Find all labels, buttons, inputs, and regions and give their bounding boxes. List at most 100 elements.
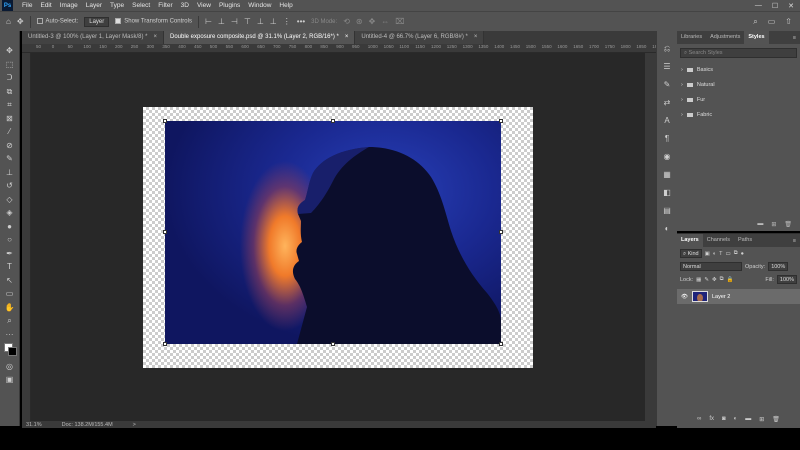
healing-brush-tool-icon[interactable]: ⊘: [3, 140, 17, 151]
align-left-icon[interactable]: ⊢: [205, 17, 212, 26]
color-panel-icon[interactable]: ◧: [663, 187, 671, 199]
home-icon[interactable]: ⌂: [6, 17, 11, 26]
blend-mode-dropdown[interactable]: Normal: [680, 262, 742, 271]
layer-name[interactable]: Layer 2: [712, 294, 730, 300]
align-right-icon[interactable]: ⊣: [231, 17, 238, 26]
transform-handle[interactable]: [331, 119, 335, 123]
panel-menu-icon[interactable]: ≡: [793, 238, 800, 244]
navigator-panel-icon[interactable]: ◐: [665, 223, 670, 235]
frame-tool-icon[interactable]: ⊠: [3, 113, 17, 124]
dodge-tool-icon[interactable]: ○: [3, 234, 17, 245]
quick-mask-icon[interactable]: ◎: [3, 361, 17, 372]
brush-panel-icon[interactable]: ✎: [664, 79, 671, 91]
properties-panel-icon[interactable]: ☰: [663, 61, 670, 73]
transform-handle[interactable]: [163, 230, 167, 234]
minimize-button[interactable]: —: [755, 2, 762, 10]
horizontal-ruler[interactable]: 50 0 50 100 150 200 250 300 350 400 450 500 550 600 65…: [22, 44, 662, 53]
search-icon[interactable]: ⌕: [753, 17, 757, 27]
portrait-photo-layer[interactable]: [165, 121, 501, 344]
filter-pixel-icon[interactable]: ▣: [705, 251, 710, 257]
shape-tool-icon[interactable]: ▭: [3, 288, 17, 299]
filter-shape-icon[interactable]: ▭: [726, 251, 731, 257]
show-transform-checkbox[interactable]: Show Transform Controls: [115, 18, 192, 25]
auto-select-target-dropdown[interactable]: Layer: [84, 16, 110, 27]
transform-handle[interactable]: [499, 119, 503, 123]
align-center-icon[interactable]: ⊥: [218, 17, 225, 26]
screen-mode-icon[interactable]: ▣: [3, 374, 17, 385]
pen-tool-icon[interactable]: ✒: [3, 248, 17, 259]
clone-stamp-tool-icon[interactable]: ⊥: [3, 167, 17, 178]
history-brush-tool-icon[interactable]: ↺: [3, 180, 17, 191]
close-window-button[interactable]: ✕: [788, 2, 794, 10]
zoom-level[interactable]: 31.1%: [26, 422, 42, 428]
color-swatches-icon[interactable]: [3, 342, 17, 358]
kind-filter-dropdown[interactable]: ⌕ Kind: [680, 249, 702, 258]
vertical-ruler[interactable]: [22, 53, 31, 421]
tab-libraries[interactable]: Libraries: [677, 31, 706, 44]
menu-filter[interactable]: Filter: [154, 2, 176, 9]
more-options-button[interactable]: •••: [297, 17, 305, 26]
3d-slide-icon[interactable]: ⇔: [381, 17, 389, 26]
table-panel-icon[interactable]: ▤: [663, 205, 671, 217]
menu-window[interactable]: Window: [244, 2, 275, 9]
auto-select-checkbox[interactable]: Auto-Select:: [36, 18, 78, 25]
gradients-panel-icon[interactable]: ▦: [663, 169, 671, 181]
path-select-tool-icon[interactable]: ↖: [3, 275, 17, 286]
menu-select[interactable]: Select: [128, 2, 154, 9]
fill-field[interactable]: 100%: [776, 275, 797, 284]
tab-layers[interactable]: Layers: [677, 234, 703, 247]
history-panel-icon[interactable]: ⎌: [664, 43, 670, 55]
delete-layer-icon[interactable]: 🗑: [772, 416, 780, 426]
object-select-tool-icon[interactable]: ⧉: [3, 86, 17, 97]
eraser-tool-icon[interactable]: ◇: [3, 194, 17, 205]
lock-transparent-icon[interactable]: ▦: [696, 277, 701, 283]
search-styles-input[interactable]: ⌕ Search Styles: [680, 48, 797, 58]
character-panel-icon[interactable]: A: [664, 115, 669, 127]
layer-row-layer-2[interactable]: 👁 Layer 2: [677, 289, 800, 304]
align-bottom-icon[interactable]: ⊥: [270, 17, 277, 26]
filter-adjustment-icon[interactable]: ◐: [713, 251, 716, 257]
lock-image-icon[interactable]: ✎: [704, 277, 709, 283]
add-mask-icon[interactable]: ◙: [722, 416, 726, 426]
new-group-icon[interactable]: ▬: [757, 221, 763, 231]
paint-bucket-tool-icon[interactable]: ◈: [3, 207, 17, 218]
blur-tool-icon[interactable]: ●: [3, 221, 17, 232]
new-layer-icon[interactable]: ⊞: [759, 416, 764, 426]
align-top-icon[interactable]: ⊤: [244, 17, 251, 26]
delete-icon[interactable]: 🗑: [784, 221, 792, 231]
tab-double-exposure[interactable]: Double exposure composite.psd @ 31.1% (L…: [164, 31, 356, 44]
new-style-icon[interactable]: ⊞: [771, 221, 776, 231]
transform-handle[interactable]: [499, 230, 503, 234]
eyedropper-tool-icon[interactable]: ⁄: [3, 126, 17, 137]
tab-close-icon[interactable]: ×: [153, 34, 157, 41]
tab-close-icon[interactable]: ×: [345, 34, 349, 41]
more-tools-icon[interactable]: ···: [3, 329, 17, 340]
paragraph-panel-icon[interactable]: ¶: [665, 133, 669, 145]
vertical-scrollbar[interactable]: [645, 53, 656, 421]
lock-artboard-icon[interactable]: ⧉: [720, 276, 724, 283]
menu-view[interactable]: View: [193, 2, 215, 9]
layer-style-icon[interactable]: fx: [709, 416, 714, 426]
adjustment-layer-icon[interactable]: ◐: [734, 416, 738, 426]
marquee-tool-icon[interactable]: ⬚: [3, 59, 17, 70]
transform-handle[interactable]: [163, 342, 167, 346]
share-icon[interactable]: ⇧: [785, 17, 792, 26]
style-group-natural[interactable]: › Natural: [677, 77, 800, 92]
3d-rotate-icon[interactable]: ⟲: [343, 17, 350, 26]
menu-3d[interactable]: 3D: [177, 2, 193, 9]
brush-tool-icon[interactable]: ✎: [3, 153, 17, 164]
filter-smart-object-icon[interactable]: ⧉: [734, 250, 738, 257]
menu-type[interactable]: Type: [106, 2, 128, 9]
tab-close-icon[interactable]: ×: [474, 34, 478, 41]
menu-layer[interactable]: Layer: [82, 2, 106, 9]
tab-channels[interactable]: Channels: [703, 234, 734, 247]
transform-handle[interactable]: [499, 342, 503, 346]
maximize-button[interactable]: ☐: [772, 2, 778, 10]
workspace-icon[interactable]: ▭: [768, 17, 776, 26]
style-group-basics[interactable]: › Basics: [677, 62, 800, 77]
3d-roll-icon[interactable]: ⊛: [356, 17, 363, 26]
link-layers-icon[interactable]: ∞: [697, 416, 701, 426]
type-tool-icon[interactable]: T: [3, 261, 17, 272]
tab-adjustments[interactable]: Adjustments: [706, 31, 744, 44]
distribute-icon[interactable]: ⋮: [283, 17, 291, 26]
